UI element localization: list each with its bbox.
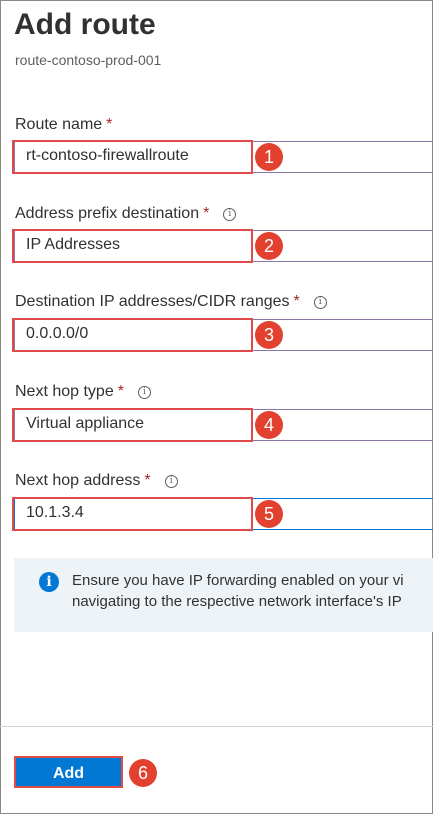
info-message: Ensure you have IP forwarding enabled on… (72, 572, 404, 610)
route-name-label: Route name * (15, 116, 113, 133)
annotation-box-2 (12, 229, 253, 263)
annotation-badge-1: 1 (255, 143, 283, 171)
annotation-badge-3: 3 (255, 321, 283, 349)
annotation-box-5 (12, 497, 253, 531)
info-icon[interactable]: i (137, 386, 151, 399)
page-title: Add route (14, 8, 156, 41)
destination-ip-label: Destination IP addresses/CIDR ranges * i (15, 293, 327, 311)
next-hop-type-label: Next hop type * i (15, 383, 151, 401)
required-marker: * (203, 205, 210, 222)
add-button[interactable]: Add (14, 756, 123, 788)
annotation-box-1 (12, 140, 253, 174)
annotation-box-4 (12, 408, 253, 442)
annotation-badge-6: 6 (129, 759, 157, 787)
annotation-box-3 (12, 318, 253, 352)
info-icon[interactable]: i (164, 475, 178, 488)
annotation-badge-5: 5 (255, 500, 283, 528)
required-marker: * (117, 383, 124, 400)
required-marker: * (293, 293, 300, 310)
footer-divider (0, 726, 433, 727)
info-icon[interactable]: i (313, 296, 327, 309)
info-circle-icon: i (39, 572, 59, 592)
page-subtitle: route-contoso-prod-001 (15, 52, 162, 68)
next-hop-address-label: Next hop address * i (15, 472, 178, 490)
required-marker: * (106, 116, 113, 133)
required-marker: * (144, 472, 151, 489)
info-icon[interactable]: i (223, 208, 237, 221)
ip-forwarding-info-panel: i Ensure you have IP forwarding enabled … (14, 558, 433, 632)
address-prefix-label: Address prefix destination * i (15, 205, 237, 223)
annotation-badge-2: 2 (255, 232, 283, 260)
annotation-badge-4: 4 (255, 411, 283, 439)
